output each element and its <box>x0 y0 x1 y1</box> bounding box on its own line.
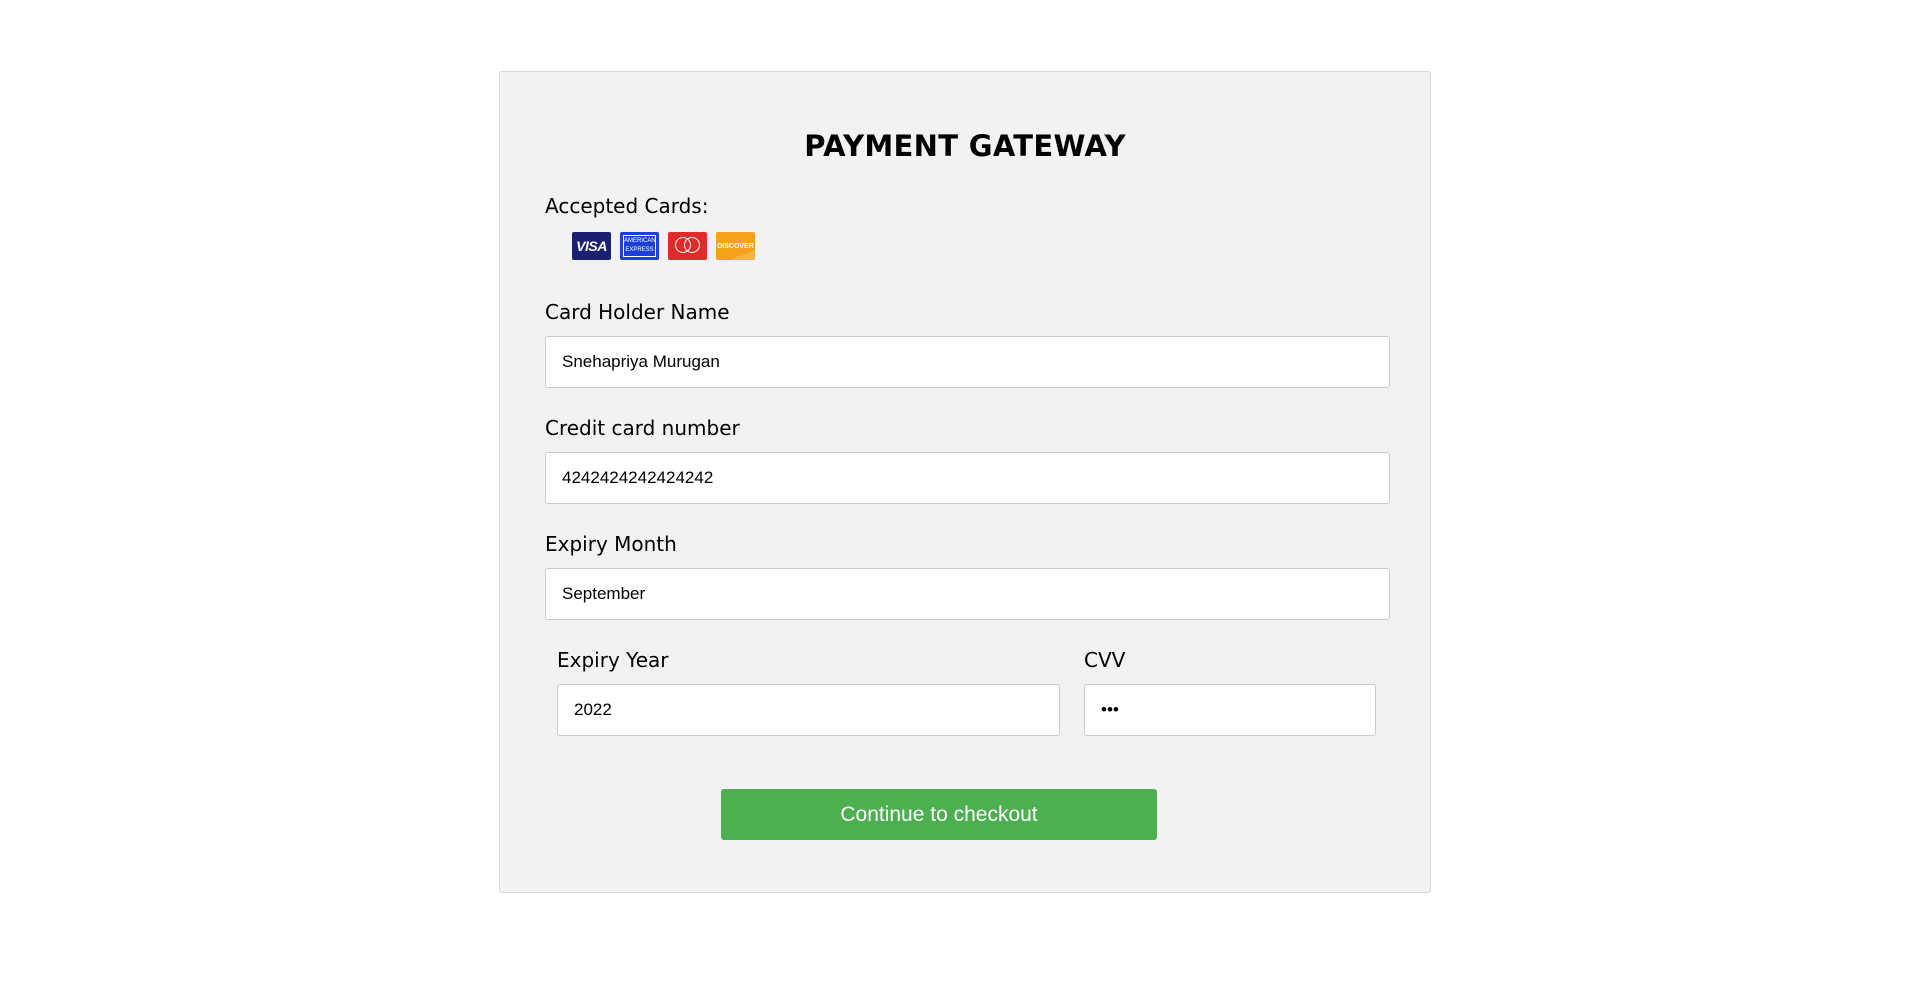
card-holder-label: Card Holder Name <box>545 300 730 324</box>
expiry-year-input[interactable] <box>557 684 1060 736</box>
accepted-cards-list: VISA AMERICAN EXPRESS DISCOVER <box>572 232 755 261</box>
card-number-input[interactable] <box>545 452 1390 504</box>
discover-card-icon: DISCOVER <box>716 232 755 260</box>
payment-form-panel: PAYMENT GATEWAY Accepted Cards: VISA AME… <box>499 71 1431 893</box>
page-title: PAYMENT GATEWAY <box>804 129 1126 163</box>
visa-card-icon: VISA <box>572 232 611 260</box>
cvv-input[interactable] <box>1084 684 1376 736</box>
american-express-card-icon: AMERICAN EXPRESS <box>620 232 659 260</box>
expiry-year-label: Expiry Year <box>557 648 669 672</box>
continue-to-checkout-button[interactable]: Continue to checkout <box>721 789 1157 840</box>
mastercard-card-icon <box>668 232 707 260</box>
card-holder-input[interactable] <box>545 336 1390 388</box>
cvv-label: CVV <box>1084 648 1126 672</box>
accepted-cards-label: Accepted Cards: <box>545 194 709 218</box>
expiry-month-input[interactable] <box>545 568 1390 620</box>
card-number-label: Credit card number <box>545 416 740 440</box>
expiry-month-label: Expiry Month <box>545 532 677 556</box>
